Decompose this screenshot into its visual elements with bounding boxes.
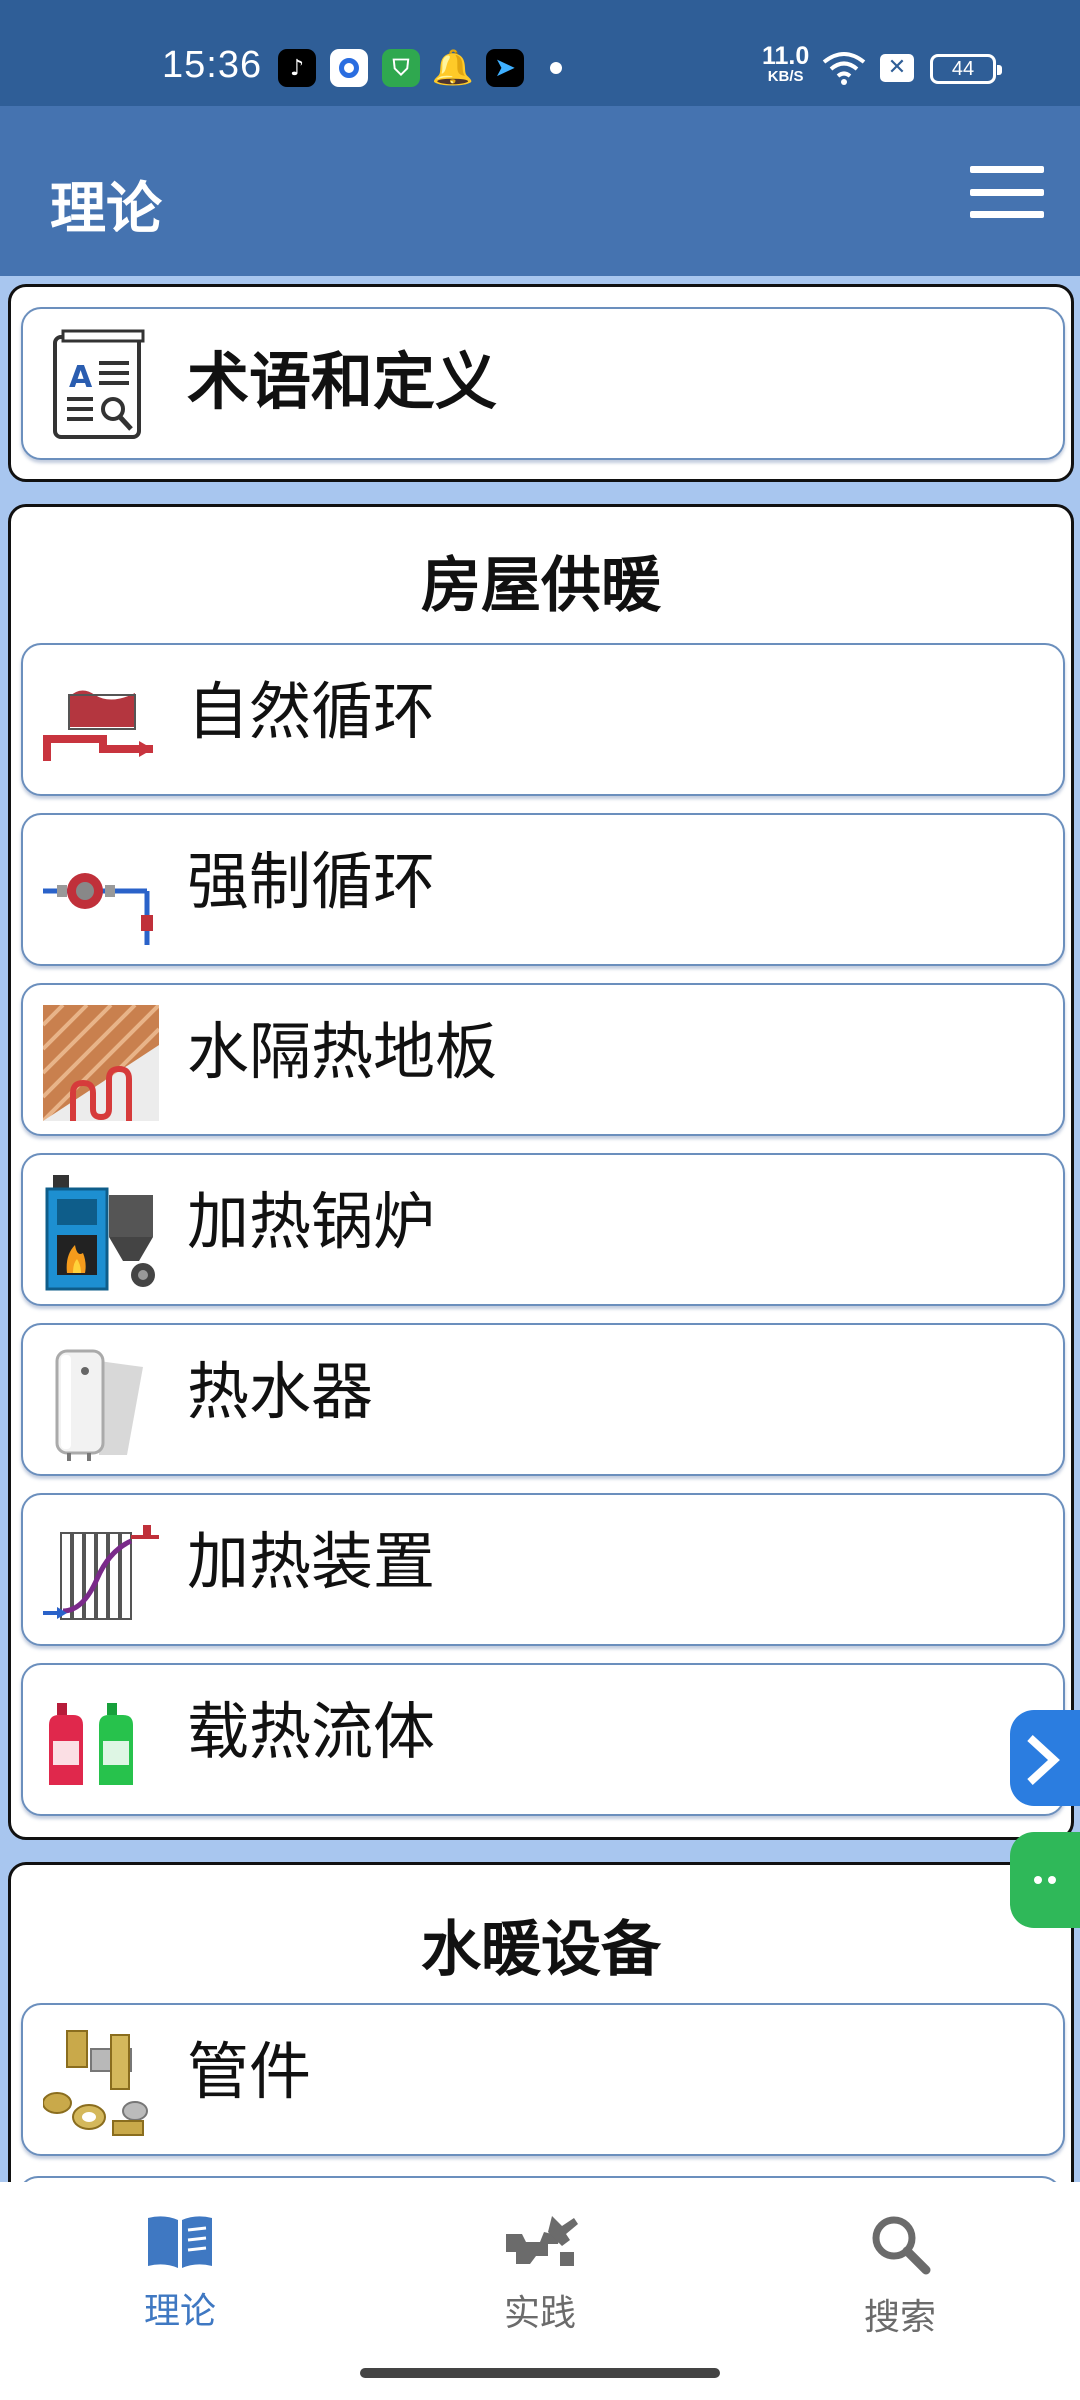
- coolant-bottles-icon: [49, 1703, 133, 1785]
- radiator-icon: [43, 1525, 159, 1620]
- underfloor-heating-icon: [43, 1005, 159, 1121]
- more-notifications-dot: [550, 62, 562, 74]
- terms-label: 术语和定义: [187, 345, 498, 418]
- heating-item-water-heater[interactable]: 热水器: [21, 1323, 1065, 1476]
- book-icon: [148, 2216, 212, 2268]
- heating-item-label: 加热装置: [187, 1525, 436, 1598]
- heating-item-label: 加热锅炉: [187, 1185, 436, 1258]
- heating-item-radiator[interactable]: 加热装置: [21, 1493, 1065, 1646]
- qq-icon: 🔔: [431, 48, 475, 88]
- app-bar: 理论: [0, 106, 1080, 276]
- home-indicator[interactable]: [360, 2368, 720, 2378]
- section-plumbing-title: 水暖设备: [421, 1915, 661, 1985]
- nav-practice[interactable]: 实践: [440, 2212, 640, 2336]
- circulation-pump-icon: [43, 873, 153, 945]
- chevron-icon: [1027, 1735, 1060, 1785]
- natural-circulation-icon: [43, 690, 153, 761]
- heating-item-coolant[interactable]: 载热流体: [21, 1663, 1065, 1816]
- heating-item-label: 载热流体: [187, 1695, 436, 1768]
- pipe-fittings-icon: [43, 2030, 148, 2136]
- plumbing-item-fittings[interactable]: 管件: [21, 2003, 1065, 2156]
- heating-item-underfloor-heating[interactable]: 水隔热地板: [21, 983, 1065, 1136]
- heating-item-forced-circulation[interactable]: 强制循环: [21, 813, 1065, 966]
- nav-search[interactable]: 搜索: [800, 2212, 1000, 2340]
- floating-chat-button[interactable]: [1010, 1832, 1080, 1928]
- network-speed-unit: KB/S: [767, 68, 804, 85]
- heating-item-boiler[interactable]: 加热锅炉: [21, 1153, 1065, 1306]
- chat-dots-icon: [1034, 1876, 1056, 1884]
- menu-button[interactable]: [970, 166, 1044, 218]
- browser-icon: [330, 49, 368, 87]
- floating-assistant-button[interactable]: [1010, 1710, 1080, 1806]
- network-speed: 11.0 KB/S: [762, 42, 810, 85]
- nav-label: 理论: [143, 2291, 216, 2332]
- sim-off-icon: ✕: [880, 54, 914, 82]
- menu-icon-line: [970, 188, 1044, 196]
- water-heater-icon: [55, 1349, 143, 1461]
- section-plumbing: 水暖设备 管件: [8, 1862, 1074, 2182]
- network-speed-value: 11.0: [762, 42, 810, 70]
- menu-icon-line: [970, 166, 1044, 173]
- search-icon: [872, 2216, 931, 2275]
- battery-indicator: 44: [930, 54, 1002, 84]
- nav-theory[interactable]: 理论: [80, 2212, 280, 2334]
- section-heating: 房屋供暖 自然循环 强制循环 水隔热地板 加热锅炉 热水器 加热装置 载热流体: [8, 504, 1074, 1840]
- heating-item-label: 水隔热地板: [187, 1015, 498, 1088]
- content-scroll-area[interactable]: A 术语和定义 房屋供暖 自然循环 强制循环 水隔热地板 加热锅炉 热水器 加热…: [0, 276, 1080, 2182]
- heating-item-label: 强制循环: [187, 845, 436, 918]
- send-icon: ➤: [486, 49, 524, 87]
- bottom-navigation: 理论 实践 搜索: [0, 2182, 1080, 2400]
- boiler-icon: [45, 1175, 155, 1291]
- nav-label: 实践: [503, 2293, 576, 2334]
- glossary-book-icon: A: [53, 329, 145, 439]
- tiktok-icon: ♪: [278, 49, 316, 87]
- heating-item-natural-circulation[interactable]: 自然循环: [21, 643, 1065, 796]
- wifi-icon: [822, 52, 866, 85]
- section-heating-title: 房屋供暖: [421, 551, 661, 621]
- heating-item-label: 热水器: [187, 1355, 374, 1428]
- heating-item-label: 自然循环: [187, 675, 436, 748]
- status-bar: 15:36 ♪ ⛉ 🔔 ➤ 11.0 KB/S ✕ 44: [0, 0, 1080, 106]
- nav-label: 搜索: [863, 2297, 936, 2338]
- terms-item[interactable]: A 术语和定义: [21, 307, 1065, 460]
- page-title: 理论: [50, 177, 162, 242]
- security-icon: ⛉: [382, 49, 420, 87]
- tools-icon: [506, 2216, 578, 2266]
- plumbing-item-label: 管件: [187, 2035, 312, 2108]
- svg-text:A: A: [69, 360, 93, 395]
- menu-icon-line: [970, 211, 1044, 218]
- status-time: 15:36: [162, 44, 263, 86]
- terms-card: A 术语和定义: [8, 284, 1074, 482]
